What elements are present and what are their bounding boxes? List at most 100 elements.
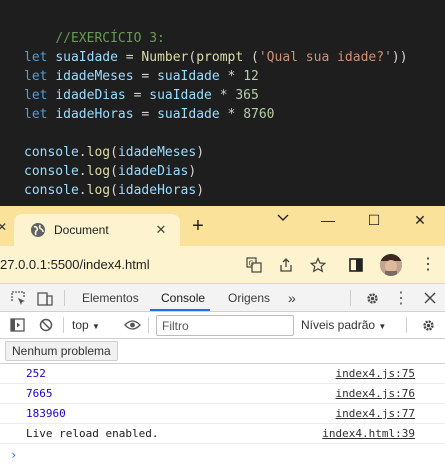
close-devtools-icon[interactable] [421, 289, 439, 307]
tab-close-icon[interactable]: ✕ [152, 221, 170, 239]
dropdown-arrow-icon: ▼ [378, 322, 387, 331]
sidebar-icon-glyph [9, 318, 25, 332]
tab-console[interactable]: Console [161, 284, 205, 312]
code-dot: . [78, 145, 87, 160]
console-row: 7665 index4.js:76 [0, 384, 445, 404]
more-tabs-icon[interactable]: » [288, 284, 296, 312]
console-row: 183960 index4.js:77 [0, 404, 445, 424]
code-operator: = [133, 69, 158, 84]
code-paren: ) [196, 183, 205, 198]
dropdown-arrow-icon: ▼ [92, 322, 100, 331]
clear-console-icon[interactable] [37, 316, 55, 334]
browser-tab-document[interactable]: Document ✕ [14, 214, 180, 246]
translate-icon[interactable]: G [245, 256, 263, 274]
code-dot: . [78, 183, 87, 198]
avatar[interactable] [380, 254, 402, 276]
code-argument: idadeMeses [117, 145, 197, 160]
log-levels-select[interactable]: Níveis padrão ▼ [301, 317, 386, 334]
code-keyword: let [24, 88, 48, 103]
toolbar-divider [64, 290, 65, 306]
console-message: 252 [26, 367, 46, 380]
side-panel-icon[interactable] [347, 256, 365, 274]
code-paren: ( [110, 145, 118, 160]
code-function: log [86, 164, 111, 179]
code-editor[interactable]: //EXERCÍCIO 3: let suaIdade = Number(pro… [0, 0, 445, 206]
code-operator: * [219, 69, 244, 84]
code-paren: ) [196, 145, 205, 160]
code-keyword: let [24, 69, 48, 84]
console-source-link[interactable]: index4.js:77 [336, 404, 415, 424]
code-paren: ( [243, 50, 259, 65]
close-icon[interactable]: ✕ [0, 220, 7, 234]
console-source-link[interactable]: index4.html:39 [322, 424, 415, 444]
svg-text:G: G [249, 260, 254, 268]
console-row: 252 index4.js:75 [0, 364, 445, 384]
inspect-element-icon[interactable] [9, 289, 27, 307]
gear-icon [366, 292, 378, 304]
device-toolbar-icon[interactable] [36, 289, 54, 307]
toolbar-divider [406, 317, 407, 333]
sidebar-toggle-icon[interactable] [8, 316, 26, 334]
bookmark-star-icon[interactable] [309, 256, 327, 274]
issues-button[interactable]: Nenhum problema [5, 341, 118, 361]
restore-button[interactable]: ☐ [364, 210, 384, 230]
star-icon-glyph [310, 257, 326, 273]
minimize-button[interactable]: — [318, 210, 338, 230]
code-operator: = [117, 50, 142, 65]
code-number: 8760 [243, 107, 275, 122]
code-line-log-dias: console.log(idadeDias) [24, 162, 196, 181]
share-icon[interactable] [277, 256, 295, 274]
console-source-link[interactable]: index4.js:75 [336, 364, 415, 384]
toolbar-divider [350, 290, 351, 306]
active-tab-indicator [150, 309, 210, 311]
eye-icon [123, 320, 141, 330]
code-operator: * [211, 88, 236, 103]
tab-sources[interactable]: Origens [228, 284, 270, 312]
code-function: log [86, 145, 111, 160]
code-operator: = [133, 107, 158, 122]
new-tab-button[interactable]: + [188, 216, 208, 236]
console-message: 183960 [26, 407, 66, 420]
issues-bar: Nenhum problema [0, 339, 445, 364]
console-source-link[interactable]: index4.js:76 [336, 384, 415, 404]
filter-input[interactable] [156, 315, 294, 336]
code-line-idadedias: let idadeDias = suaIdade * 365 [24, 86, 259, 105]
code-variable-ref: suaIdade [157, 69, 220, 84]
share-icon-glyph [280, 258, 292, 272]
code-function: log [86, 183, 111, 198]
address-bar: 27.0.0.1:5500/index4.html G ⋮ [0, 246, 445, 284]
context-select[interactable]: top ▼ [72, 317, 100, 334]
window-close-button[interactable]: ✕ [410, 210, 430, 230]
code-variable: idadeHoras [55, 107, 134, 122]
tab-elements[interactable]: Elementos [82, 284, 139, 312]
console-settings-gear-icon[interactable] [419, 316, 437, 334]
code-function: Number [141, 50, 189, 65]
translate-icon-glyph: G [246, 257, 262, 273]
code-variable-ref: suaIdade [157, 107, 220, 122]
code-variable: idadeMeses [55, 69, 134, 84]
devtools-menu-icon[interactable]: ⋮ [392, 289, 410, 307]
toolbar-divider [148, 317, 149, 333]
browser-menu-icon[interactable]: ⋮ [420, 256, 436, 274]
device-icon-glyph [37, 291, 53, 306]
code-paren: )) [391, 50, 408, 65]
code-variable: idadeDias [55, 88, 126, 103]
settings-gear-icon[interactable] [363, 289, 381, 307]
console-prompt-icon[interactable]: › [10, 448, 17, 462]
code-paren: ( [110, 183, 118, 198]
globe-icon [31, 223, 45, 237]
tab-title: Document [54, 223, 109, 237]
code-comment: //EXERCÍCIO 3: [55, 31, 165, 46]
url-field[interactable]: 27.0.0.1:5500/index4.html [0, 246, 150, 284]
code-operator: * [219, 107, 244, 122]
browser-tab-strip: ✕ Document ✕ + — ☐ ✕ [0, 206, 445, 246]
code-line-log-meses: console.log(idadeMeses) [24, 143, 204, 162]
chevron-down-icon-glyph [277, 214, 289, 221]
chevron-down-icon[interactable] [273, 208, 293, 228]
live-expression-eye-icon[interactable] [123, 316, 141, 334]
console-output[interactable]: 252 index4.js:75 7665 index4.js:76 18396… [0, 364, 445, 475]
code-argument: idadeHoras [117, 183, 197, 198]
inspect-icon-glyph [10, 290, 25, 305]
code-line-suaidade: let suaIdade = Number(prompt ('Qual sua … [24, 48, 408, 67]
code-object: console [24, 183, 79, 198]
